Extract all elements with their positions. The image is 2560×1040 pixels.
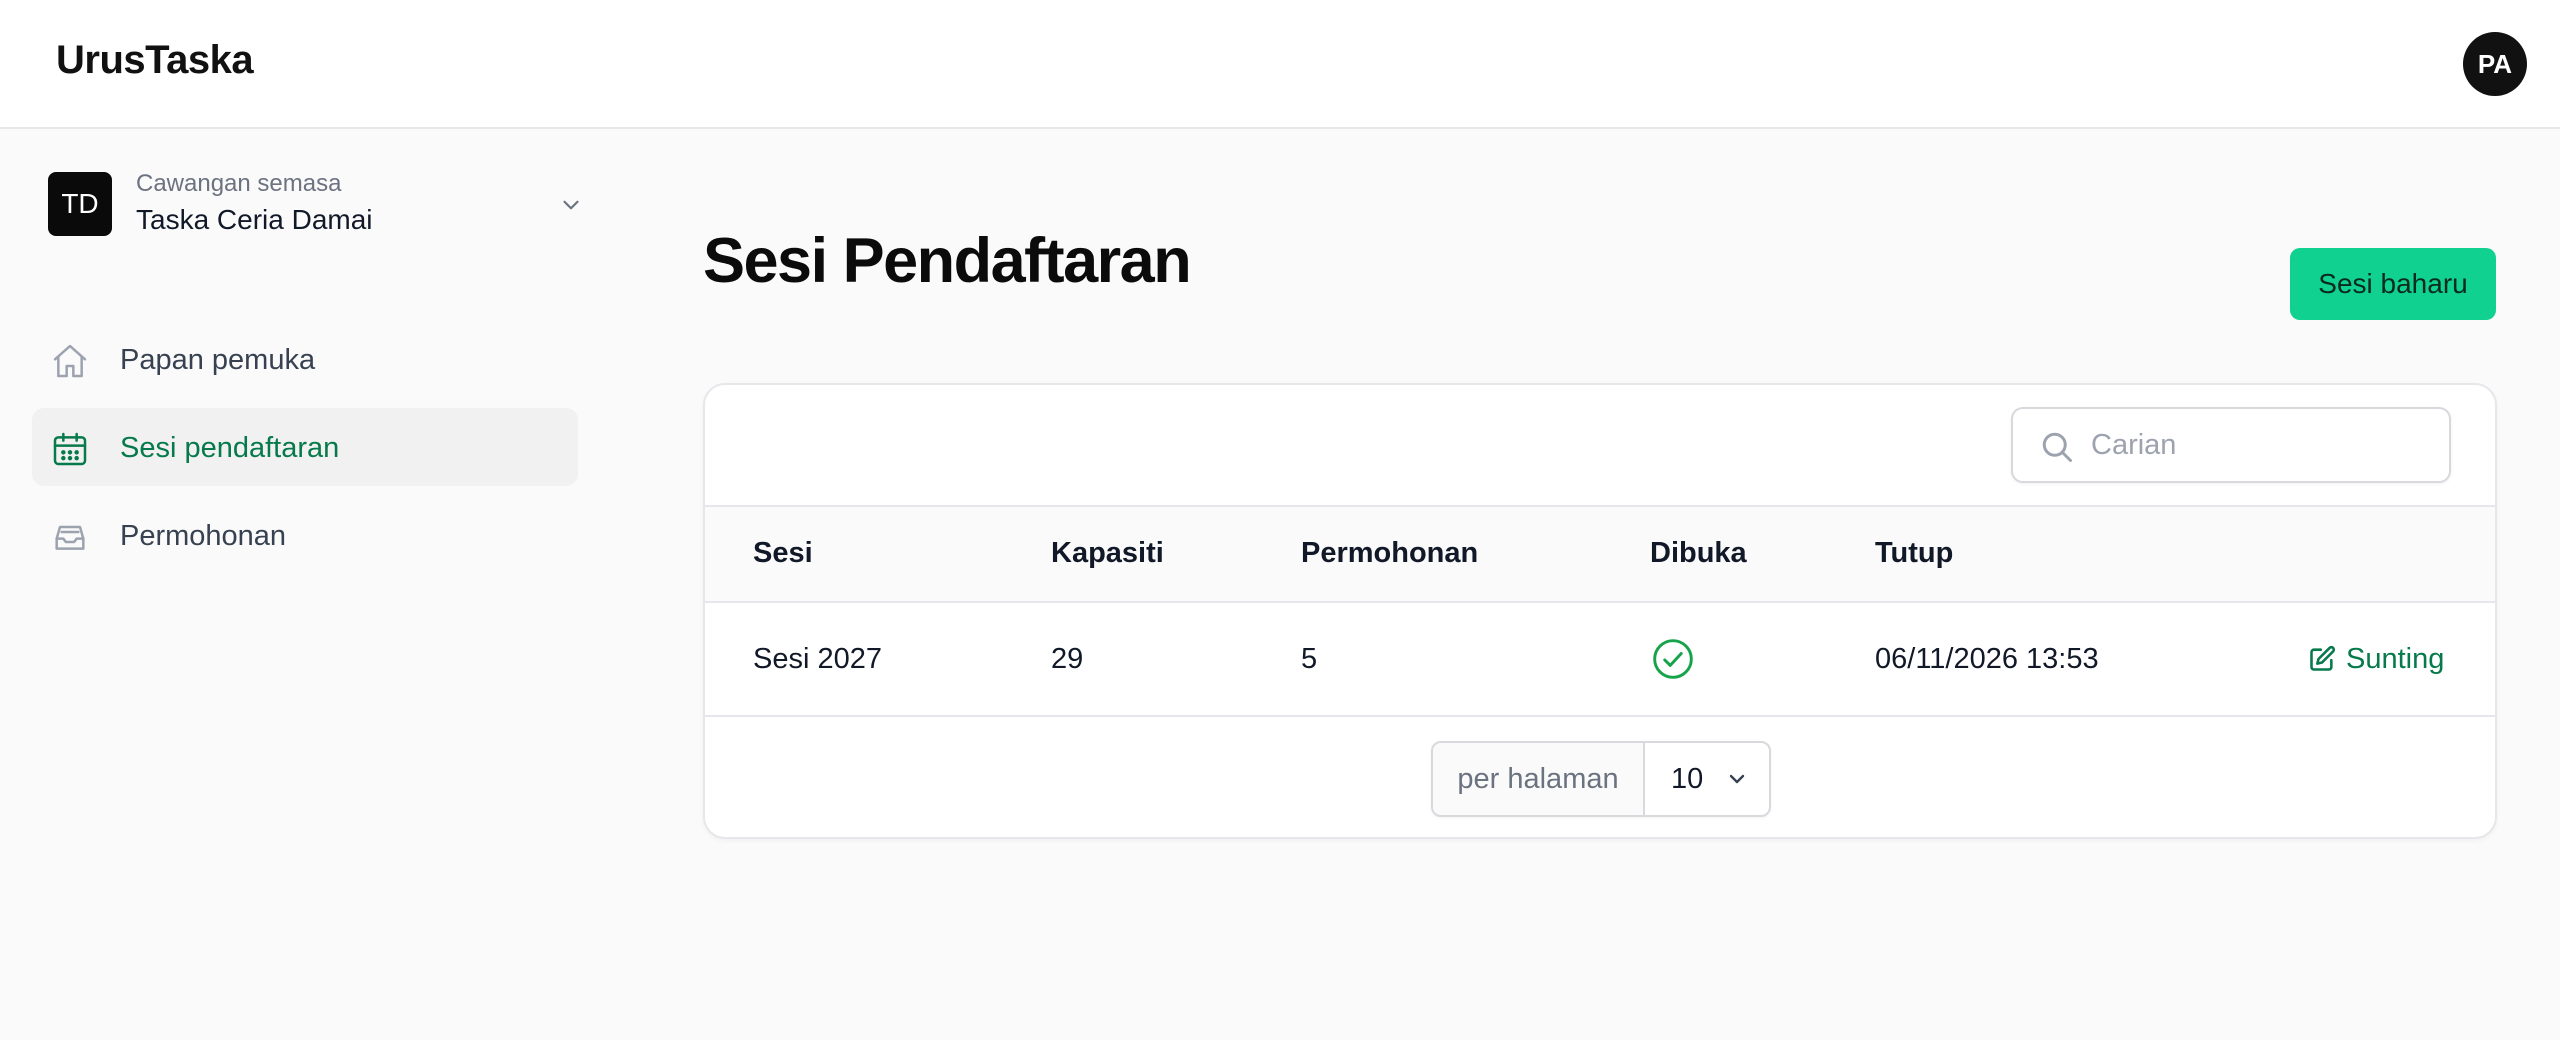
cell-kapasiti: 29 bbox=[1051, 643, 1084, 675]
column-header-kapasiti[interactable]: Kapasiti bbox=[1051, 537, 1164, 570]
per-page-value: 10 bbox=[1671, 763, 1704, 795]
cell-permohonan: 5 bbox=[1301, 643, 1318, 675]
column-header-sesi[interactable]: Sesi bbox=[753, 537, 813, 570]
per-page-select[interactable]: 10 bbox=[1647, 743, 1769, 815]
sidebar-item-label: Sesi pendaftaran bbox=[120, 432, 340, 464]
top-bar: UrusTaska PA bbox=[0, 0, 2560, 129]
branch-name: Taska Ceria Damai bbox=[136, 204, 373, 235]
search-input[interactable] bbox=[2091, 423, 2431, 467]
search-icon bbox=[2042, 432, 2072, 462]
inbox-icon bbox=[55, 525, 85, 550]
branch-switcher[interactable]: TD Cawangan semasa Taska Ceria Damai bbox=[32, 160, 592, 250]
table-row: Sesi 2027 29 5 06/11/2026 13:53 Sunting bbox=[705, 603, 2495, 717]
sidebar-item-applications[interactable]: Permohonan bbox=[32, 496, 578, 574]
new-session-button[interactable]: Sesi baharu bbox=[2290, 248, 2496, 320]
search-box[interactable] bbox=[2011, 407, 2451, 483]
column-header-tutup[interactable]: Tutup bbox=[1875, 537, 1953, 570]
cell-tutup: 06/11/2026 13:53 bbox=[1875, 643, 2099, 675]
column-header-dibuka[interactable]: Dibuka bbox=[1650, 537, 1747, 570]
column-header-permohonan[interactable]: Permohonan bbox=[1301, 537, 1478, 570]
pagination-per-page: per halaman 10 bbox=[1431, 741, 1771, 817]
sessions-table-card: Sesi Kapasiti Permohonan Dibuka Tutup Se… bbox=[703, 383, 2497, 839]
branch-badge: TD bbox=[48, 172, 112, 236]
app-logo[interactable]: UrusTaska bbox=[56, 38, 254, 83]
per-page-label: per halaman bbox=[1433, 743, 1645, 815]
user-avatar[interactable]: PA bbox=[2463, 32, 2527, 96]
page-title: Sesi Pendaftaran bbox=[703, 226, 1192, 296]
edit-icon bbox=[2310, 645, 2336, 671]
edit-link-label: Sunting bbox=[2346, 642, 2445, 675]
sidebar-item-registration-sessions[interactable]: Sesi pendaftaran bbox=[32, 408, 578, 486]
branch-caption: Cawangan semasa bbox=[136, 170, 342, 197]
sidebar-item-label: Permohonan bbox=[120, 520, 287, 552]
home-icon bbox=[53, 344, 87, 378]
edit-link[interactable]: Sunting bbox=[2308, 641, 2444, 677]
sidebar-item-dashboard[interactable]: Papan pemuka bbox=[32, 320, 578, 398]
cell-sesi: Sesi 2027 bbox=[753, 643, 882, 675]
calendar-icon bbox=[53, 432, 87, 466]
sidebar-item-label: Papan pemuka bbox=[120, 344, 316, 376]
check-circle-icon bbox=[1653, 639, 1693, 679]
chevron-down-icon[interactable] bbox=[558, 192, 584, 218]
chevron-down-icon bbox=[1729, 774, 1745, 784]
table-header: Sesi Kapasiti Permohonan Dibuka Tutup bbox=[705, 505, 2495, 603]
